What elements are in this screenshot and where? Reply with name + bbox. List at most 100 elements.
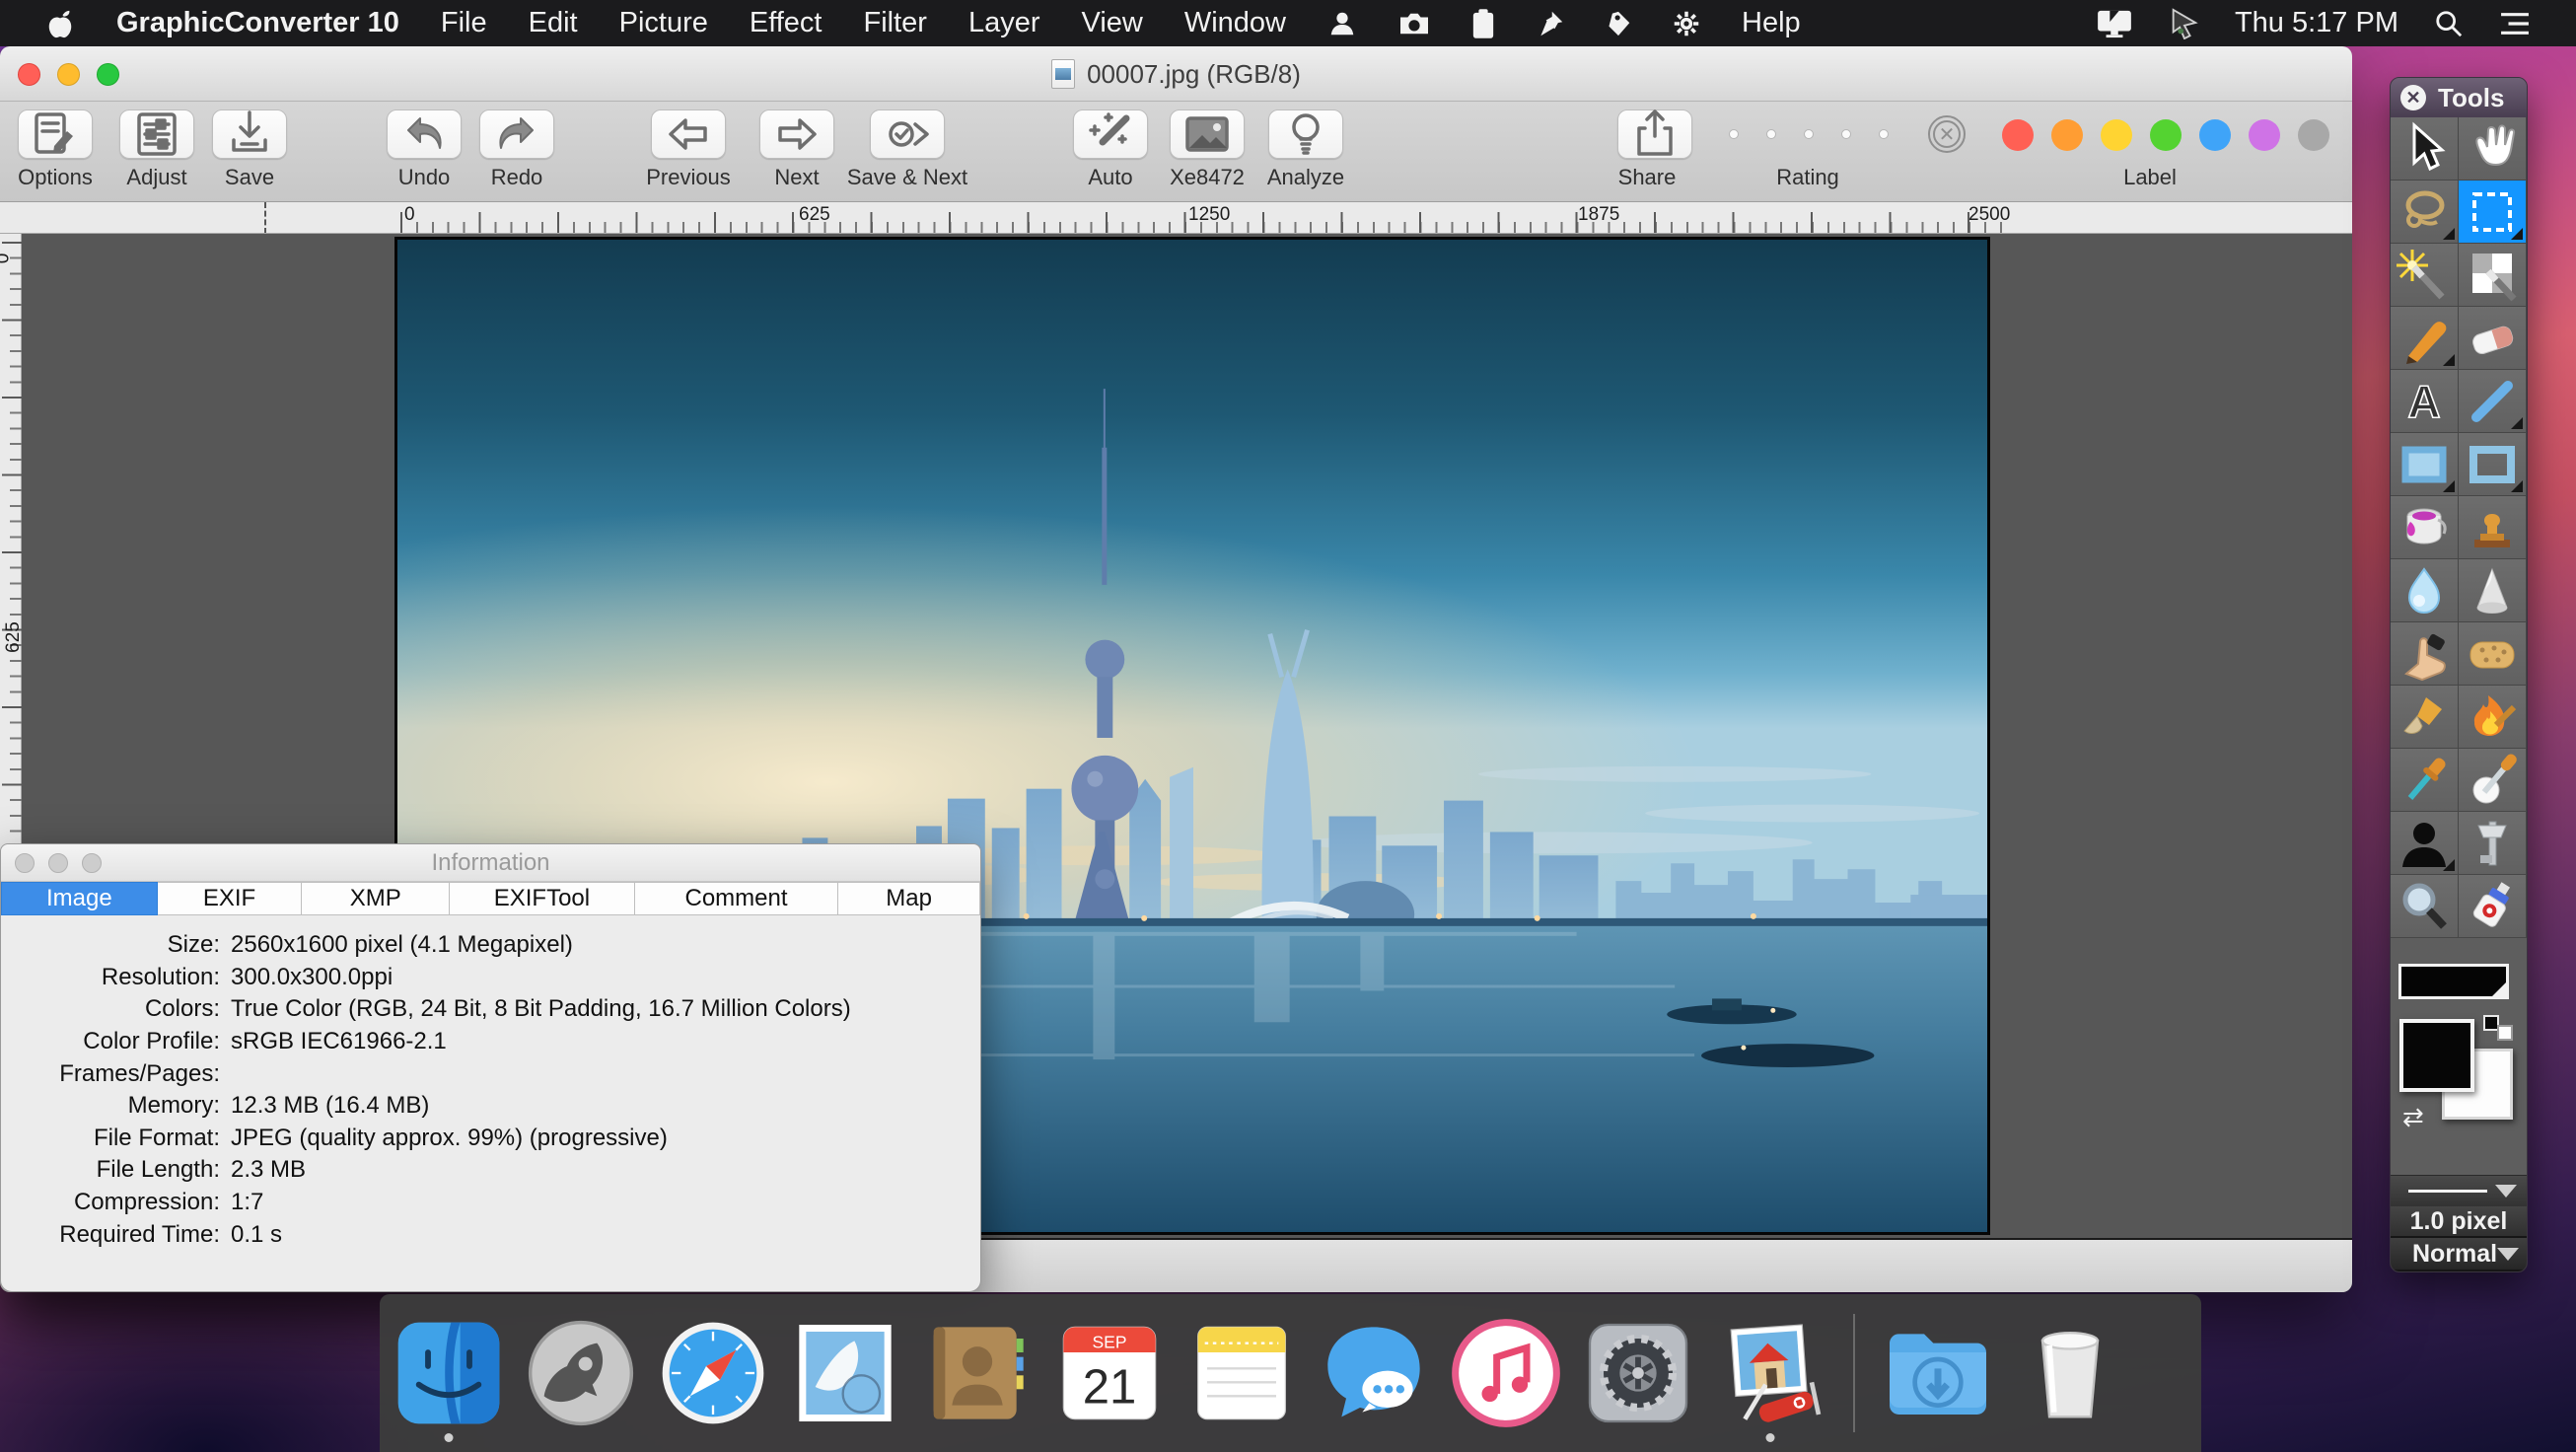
swap-colors-icon[interactable]: ⇄	[2402, 1102, 2424, 1132]
tool-silhouette[interactable]	[2391, 812, 2459, 875]
menu-help[interactable]: Help	[1742, 7, 1801, 39]
options-button[interactable]	[18, 109, 93, 159]
tool-line[interactable]	[2459, 370, 2527, 433]
tool-eyedropper[interactable]	[2391, 749, 2459, 812]
dock-safari[interactable]	[658, 1318, 768, 1428]
window-titlebar[interactable]: 00007.jpg (RGB/8)	[0, 46, 2352, 102]
tool-pen[interactable]	[2391, 307, 2459, 370]
tool-lasso[interactable]	[2391, 181, 2459, 244]
rating-dot-2[interactable]	[1766, 129, 1776, 139]
tool-cone[interactable]	[2459, 559, 2527, 622]
info-minimize-button[interactable]	[48, 853, 68, 873]
tool-paint-bucket[interactable]	[2391, 496, 2459, 559]
tab-comment[interactable]: Comment	[635, 882, 839, 915]
dock-trash[interactable]	[2015, 1318, 2125, 1428]
menu-clock[interactable]: Thu 5:17 PM	[2235, 7, 2398, 39]
tool-eraser[interactable]	[2459, 307, 2527, 370]
clipboard-menu[interactable]	[1471, 9, 1495, 38]
tool-hand[interactable]	[2459, 117, 2527, 181]
dock-mail[interactable]	[790, 1318, 900, 1428]
tool-burn[interactable]	[2459, 686, 2527, 749]
tool-rect-select[interactable]	[2459, 181, 2527, 244]
label-yellow-button[interactable]	[2101, 119, 2132, 151]
tab-xmp[interactable]: XMP	[302, 882, 450, 915]
label-orange-button[interactable]	[2051, 119, 2083, 151]
tool-smudge-finger[interactable]	[2391, 622, 2459, 686]
menu-edit[interactable]: Edit	[529, 7, 578, 39]
tab-exiftool[interactable]: EXIFTool	[450, 882, 635, 915]
dock-finder[interactable]	[394, 1318, 504, 1428]
adjust-button[interactable]	[119, 109, 194, 159]
dock-messages[interactable]	[1319, 1318, 1429, 1428]
dock-graphicconverter[interactable]	[1715, 1318, 1825, 1428]
tools-titlebar[interactable]: ✕ Tools	[2391, 78, 2527, 117]
save-button[interactable]	[212, 109, 287, 159]
tool-measure[interactable]	[2459, 812, 2527, 875]
dock-calendar[interactable]: SEP21	[1054, 1318, 1165, 1428]
label-gray-button[interactable]	[2298, 119, 2329, 151]
rating-dot-5[interactable]	[1879, 129, 1889, 139]
dock-downloads[interactable]	[1883, 1318, 1993, 1428]
menu-view[interactable]: View	[1082, 7, 1143, 39]
dock-itunes[interactable]	[1451, 1318, 1561, 1428]
tool-move[interactable]	[2391, 117, 2459, 181]
tag-menu[interactable]	[1606, 10, 1631, 37]
tool-color-picker[interactable]	[2459, 749, 2527, 812]
pushpin-menu[interactable]	[1537, 10, 1564, 37]
undo-button[interactable]	[387, 109, 462, 159]
tool-sponge[interactable]	[2459, 622, 2527, 686]
label-blue-button[interactable]	[2199, 119, 2231, 151]
stroke-width-selector[interactable]	[2391, 1175, 2527, 1206]
apple-menu[interactable]	[45, 6, 75, 41]
auto-button[interactable]	[1073, 109, 1148, 159]
tools-close-icon[interactable]: ✕	[2400, 85, 2426, 110]
analyze-button[interactable]	[1268, 109, 1343, 159]
pattern-swatch[interactable]	[2398, 964, 2509, 999]
label-purple-button[interactable]	[2249, 119, 2280, 151]
tool-brush[interactable]	[2391, 686, 2459, 749]
menu-picture[interactable]: Picture	[619, 7, 708, 39]
dock-notes[interactable]	[1186, 1318, 1297, 1428]
spotlight-button[interactable]	[2434, 9, 2464, 38]
tool-transparency-wand[interactable]	[2459, 244, 2527, 307]
tool-rect-outline[interactable]	[2459, 433, 2527, 496]
menu-layer[interactable]: Layer	[968, 7, 1040, 39]
menu-effect[interactable]: Effect	[750, 7, 823, 39]
tool-water-drop[interactable]	[2391, 559, 2459, 622]
effect-dropdown[interactable]: None	[2391, 1270, 2527, 1272]
dock-system-preferences[interactable]	[1583, 1318, 1693, 1428]
notification-center-button[interactable]	[2499, 11, 2531, 36]
rating-dot-3[interactable]	[1804, 129, 1814, 139]
dock-contacts[interactable]	[922, 1318, 1033, 1428]
helper-status-icon[interactable]	[2168, 8, 2199, 39]
dock-launchpad[interactable]	[526, 1318, 636, 1428]
menu-app-name[interactable]: GraphicConverter 10	[116, 7, 399, 39]
default-colors-icon[interactable]	[2483, 1015, 2513, 1041]
tool-filled-rect[interactable]	[2391, 433, 2459, 496]
user-menu[interactable]	[1327, 9, 1357, 38]
info-close-button[interactable]	[15, 853, 35, 873]
gear-menu[interactable]	[1673, 10, 1700, 37]
tab-image[interactable]: Image	[1, 882, 158, 915]
save-and-next-button[interactable]	[870, 109, 945, 159]
tool-zoom[interactable]	[2391, 875, 2459, 938]
blend-mode-dropdown[interactable]: Normal	[2391, 1236, 2527, 1270]
previous-button[interactable]	[651, 109, 726, 159]
share-button[interactable]	[1617, 109, 1692, 159]
tab-map[interactable]: Map	[838, 882, 980, 915]
tool-glue[interactable]	[2459, 875, 2527, 938]
menu-file[interactable]: File	[441, 7, 487, 39]
tab-exif[interactable]: EXIF	[158, 882, 303, 915]
label-green-button[interactable]	[2150, 119, 2182, 151]
foreground-color-swatch[interactable]	[2399, 1019, 2474, 1092]
rating-dot-1[interactable]	[1729, 129, 1739, 139]
rating-dot-4[interactable]	[1841, 129, 1851, 139]
display-status-icon[interactable]	[2097, 9, 2132, 38]
label-red-button[interactable]	[2002, 119, 2034, 151]
redo-button[interactable]	[479, 109, 554, 159]
next-button[interactable]	[759, 109, 834, 159]
tool-text[interactable]: A	[2391, 370, 2459, 433]
label-none-button[interactable]: ✕	[1928, 115, 1966, 153]
xe8472-button[interactable]	[1170, 109, 1245, 159]
menu-window[interactable]: Window	[1184, 7, 1286, 39]
